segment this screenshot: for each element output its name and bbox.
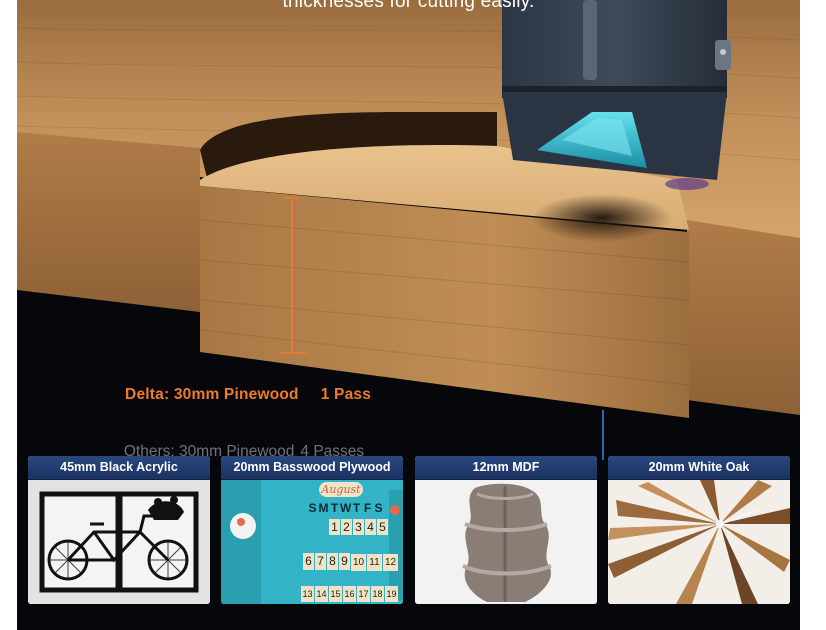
wooden-clock-icon xyxy=(608,480,790,604)
delta-passes: 1 Pass xyxy=(320,386,372,403)
others-result: Others: 30mm Pinewood 4 Passes xyxy=(98,425,371,479)
calendar-month: August xyxy=(319,482,363,497)
bicycle-panel-icon xyxy=(28,480,210,604)
material-card: 12mm MDF xyxy=(415,456,597,604)
delta-result: Delta: 30mm Pinewood 1 Pass xyxy=(98,368,371,422)
product-canvas: thicknesses for cutting easily. Delta: 3… xyxy=(17,0,800,630)
top-caption: thicknesses for cutting easily. xyxy=(282,0,535,12)
others-label: Others: 30mm Pinewood xyxy=(123,443,295,460)
others-passes: 4 Passes xyxy=(300,443,365,460)
delta-label: Delta: 30mm Pinewood xyxy=(125,386,299,403)
corner-shelf-icon xyxy=(415,480,597,604)
comparison-callout: Delta: 30mm Pinewood 1 Pass Others: 30mm … xyxy=(98,368,371,479)
calendar-row-3: 13 14 15 16 17 18 19 xyxy=(301,584,398,602)
calendar-board-icon: August SMTWTFS 12345 6 7 8 9 10 11 12 13 14 15 16… xyxy=(221,480,403,604)
material-card: 20mm White Oak xyxy=(608,456,790,604)
material-title: 20mm White Oak xyxy=(608,456,790,480)
calendar-row-1: 12345 xyxy=(329,518,388,536)
calendar-weekdays: SMTWTFS xyxy=(308,501,383,515)
material-title: 12mm MDF xyxy=(415,456,597,480)
table-front-edge xyxy=(17,132,200,312)
calendar-row-2: 6 7 8 9 10 11 12 xyxy=(303,552,398,571)
laser-module xyxy=(502,0,731,190)
